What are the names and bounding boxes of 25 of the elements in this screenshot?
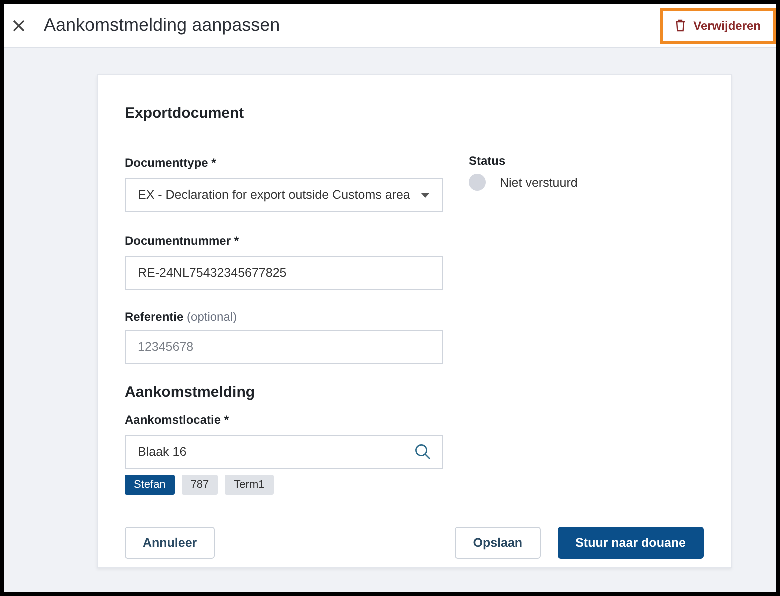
status-label: Status [469, 154, 507, 168]
dropdown[interactable]: EX - Declaration for export outside Customs area [125, 178, 443, 212]
cancel-button[interactable]: Annuleer [125, 527, 216, 559]
input-field[interactable]: 12345678 [125, 330, 443, 364]
input-field[interactable]: RE-24NL75432345677825 [125, 256, 443, 290]
field-label: Documentnummer * [125, 234, 240, 248]
delete-button[interactable]: Verwijderen [660, 8, 776, 44]
search-icon [415, 444, 431, 460]
save-button[interactable]: Opslaan [455, 527, 541, 559]
status-value: Niet verstuurd [500, 176, 578, 190]
field-label: Aankomstlocatie * [125, 413, 230, 427]
section-title: Exportdocument [125, 105, 246, 122]
field-label: Referentie [125, 310, 185, 324]
search-field[interactable]: Blaak 16 [125, 435, 443, 469]
tag-chip[interactable]: Stefan [125, 475, 175, 495]
page-title: Aankomstmelding aanpassen [44, 15, 282, 36]
tag-chip[interactable]: Term1 [225, 475, 274, 495]
tag-chip[interactable]: 787 [182, 475, 218, 495]
optional-hint: (optional) [187, 310, 238, 324]
trash-icon [674, 19, 686, 32]
section-title: Aankomstmelding [125, 384, 256, 401]
field-label: Documenttype * [125, 156, 216, 170]
caret-icon [421, 192, 430, 198]
close-icon[interactable] [12, 18, 26, 32]
send-button[interactable]: Stuur naar douane [558, 527, 704, 559]
